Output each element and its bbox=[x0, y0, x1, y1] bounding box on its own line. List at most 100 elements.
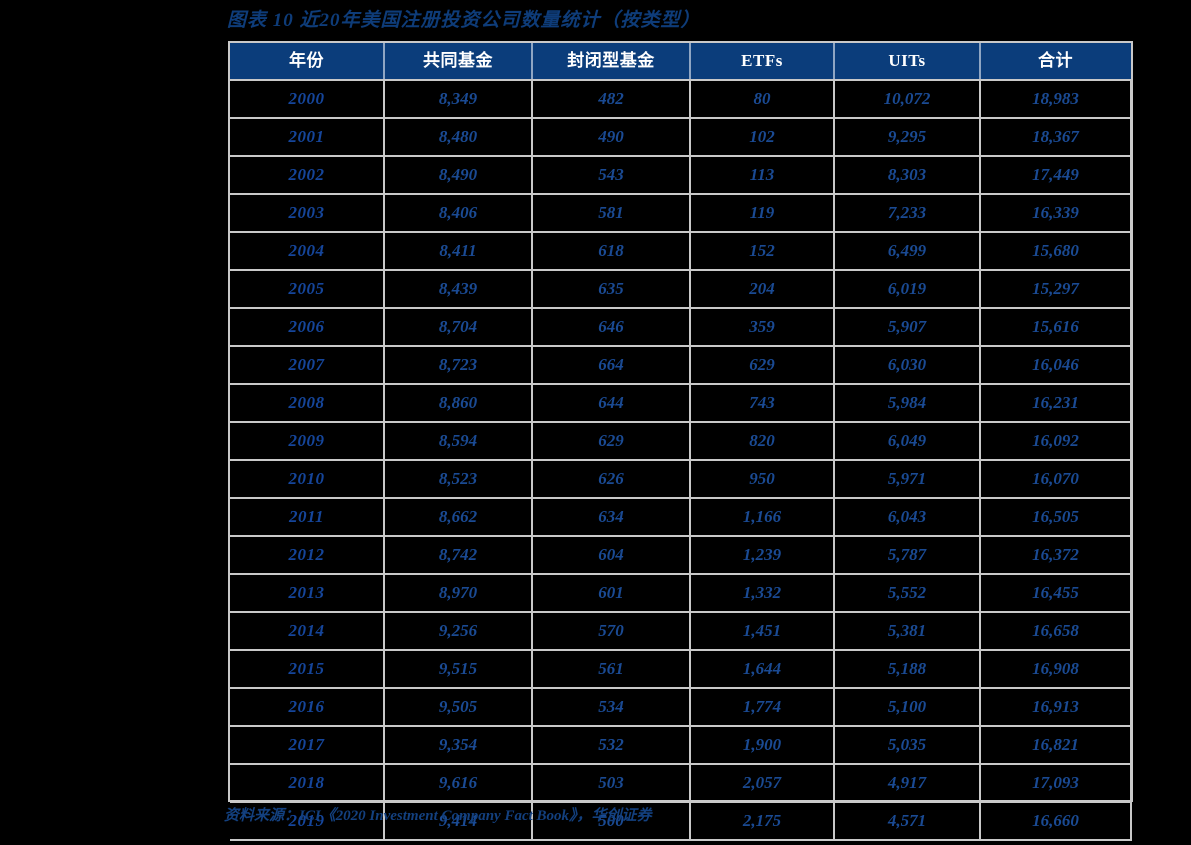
cell-value: 5,381 bbox=[834, 612, 981, 651]
table-row: 2004 8,411 618 152 6,499 15,680 bbox=[230, 232, 1132, 271]
cell-value: 581 bbox=[532, 194, 691, 233]
cell-year: 2003 bbox=[230, 194, 385, 233]
cell-value: 16,092 bbox=[980, 422, 1132, 461]
cell-value: 601 bbox=[532, 574, 691, 613]
source-note: 资料来源：ICI《2020 Investment Company Fact Bo… bbox=[224, 808, 652, 824]
cell-value: 16,046 bbox=[980, 346, 1132, 385]
table-row: 2012 8,742 604 1,239 5,787 16,372 bbox=[230, 536, 1132, 575]
table-header-row: 年份 共同基金 封闭型基金 ETFs UITs 合计 bbox=[230, 43, 1132, 81]
cell-value: 16,505 bbox=[980, 498, 1132, 537]
cell-year: 2004 bbox=[230, 232, 385, 271]
table-row: 2002 8,490 543 113 8,303 17,449 bbox=[230, 156, 1132, 195]
cell-value: 2,057 bbox=[690, 764, 835, 803]
cell-value: 743 bbox=[690, 384, 835, 423]
column-header-year: 年份 bbox=[230, 43, 385, 81]
cell-value: 5,971 bbox=[834, 460, 981, 499]
cell-value: 6,043 bbox=[834, 498, 981, 537]
cell-year: 2013 bbox=[230, 574, 385, 613]
table-row: 2007 8,723 664 629 6,030 16,046 bbox=[230, 346, 1132, 385]
cell-year: 2007 bbox=[230, 346, 385, 385]
table-row: 2018 9,616 503 2,057 4,917 17,093 bbox=[230, 764, 1132, 803]
cell-year: 2008 bbox=[230, 384, 385, 423]
table-row: 2013 8,970 601 1,332 5,552 16,455 bbox=[230, 574, 1132, 613]
cell-value: 503 bbox=[532, 764, 691, 803]
cell-value: 8,662 bbox=[384, 498, 533, 537]
cell-value: 8,411 bbox=[384, 232, 533, 271]
cell-value: 80 bbox=[690, 80, 835, 119]
cell-value: 8,349 bbox=[384, 80, 533, 119]
cell-value: 1,166 bbox=[690, 498, 835, 537]
table-row: 2015 9,515 561 1,644 5,188 16,908 bbox=[230, 650, 1132, 689]
table-row: 2010 8,523 626 950 5,971 16,070 bbox=[230, 460, 1132, 499]
cell-value: 15,680 bbox=[980, 232, 1132, 271]
table-row: 2005 8,439 635 204 6,019 15,297 bbox=[230, 270, 1132, 309]
cell-value: 5,552 bbox=[834, 574, 981, 613]
cell-value: 1,774 bbox=[690, 688, 835, 727]
cell-value: 644 bbox=[532, 384, 691, 423]
cell-year: 2012 bbox=[230, 536, 385, 575]
cell-value: 9,616 bbox=[384, 764, 533, 803]
cell-year: 2015 bbox=[230, 650, 385, 689]
report-figure-page: 图表 10 近20年美国注册投资公司数量统计（按类型） 年份 共同基金 封闭型基… bbox=[0, 0, 1191, 845]
cell-value: 8,303 bbox=[834, 156, 981, 195]
cell-value: 8,480 bbox=[384, 118, 533, 157]
column-header-uits: UITs bbox=[834, 43, 981, 81]
cell-year: 2011 bbox=[230, 498, 385, 537]
cell-value: 6,499 bbox=[834, 232, 981, 271]
cell-value: 8,406 bbox=[384, 194, 533, 233]
cell-year: 2016 bbox=[230, 688, 385, 727]
cell-value: 5,984 bbox=[834, 384, 981, 423]
cell-value: 1,451 bbox=[690, 612, 835, 651]
column-header-mutual-fund: 共同基金 bbox=[384, 43, 533, 81]
table-row: 2006 8,704 646 359 5,907 15,616 bbox=[230, 308, 1132, 347]
cell-value: 561 bbox=[532, 650, 691, 689]
cell-value: 18,983 bbox=[980, 80, 1132, 119]
cell-value: 16,455 bbox=[980, 574, 1132, 613]
cell-year: 2001 bbox=[230, 118, 385, 157]
table-row: 2000 8,349 482 80 10,072 18,983 bbox=[230, 80, 1132, 119]
table-body: 2000 8,349 482 80 10,072 18,983 2001 8,480 490 10… bbox=[230, 80, 1132, 841]
cell-value: 6,049 bbox=[834, 422, 981, 461]
cell-value: 626 bbox=[532, 460, 691, 499]
cell-value: 119 bbox=[690, 194, 835, 233]
cell-value: 15,297 bbox=[980, 270, 1132, 309]
cell-value: 9,505 bbox=[384, 688, 533, 727]
cell-value: 1,239 bbox=[690, 536, 835, 575]
cell-value: 16,339 bbox=[980, 194, 1132, 233]
cell-value: 8,490 bbox=[384, 156, 533, 195]
cell-value: 1,332 bbox=[690, 574, 835, 613]
page-title: 图表 10 近20年美国注册投资公司数量统计（按类型） bbox=[227, 10, 701, 31]
cell-value: 820 bbox=[690, 422, 835, 461]
table-row: 2017 9,354 532 1,900 5,035 16,821 bbox=[230, 726, 1132, 765]
cell-value: 16,372 bbox=[980, 536, 1132, 575]
cell-value: 8,860 bbox=[384, 384, 533, 423]
column-header-etfs: ETFs bbox=[690, 43, 835, 81]
table-row: 2009 8,594 629 820 6,049 16,092 bbox=[230, 422, 1132, 461]
table-row: 2001 8,480 490 102 9,295 18,367 bbox=[230, 118, 1132, 157]
cell-value: 7,233 bbox=[834, 194, 981, 233]
cell-value: 482 bbox=[532, 80, 691, 119]
cell-value: 359 bbox=[690, 308, 835, 347]
column-header-total: 合计 bbox=[980, 43, 1132, 81]
cell-value: 604 bbox=[532, 536, 691, 575]
table-row: 2016 9,505 534 1,774 5,100 16,913 bbox=[230, 688, 1132, 727]
cell-value: 15,616 bbox=[980, 308, 1132, 347]
cell-value: 1,644 bbox=[690, 650, 835, 689]
cell-value: 9,515 bbox=[384, 650, 533, 689]
cell-value: 9,295 bbox=[834, 118, 981, 157]
cell-value: 9,256 bbox=[384, 612, 533, 651]
table-row: 2011 8,662 634 1,166 6,043 16,505 bbox=[230, 498, 1132, 537]
cell-value: 204 bbox=[690, 270, 835, 309]
cell-value: 8,970 bbox=[384, 574, 533, 613]
cell-value: 9,354 bbox=[384, 726, 533, 765]
cell-value: 618 bbox=[532, 232, 691, 271]
cell-value: 18,367 bbox=[980, 118, 1132, 157]
cell-value: 5,188 bbox=[834, 650, 981, 689]
cell-value: 6,019 bbox=[834, 270, 981, 309]
cell-value: 8,523 bbox=[384, 460, 533, 499]
cell-value: 152 bbox=[690, 232, 835, 271]
cell-value: 5,100 bbox=[834, 688, 981, 727]
cell-value: 532 bbox=[532, 726, 691, 765]
cell-year: 2005 bbox=[230, 270, 385, 309]
cell-value: 16,070 bbox=[980, 460, 1132, 499]
